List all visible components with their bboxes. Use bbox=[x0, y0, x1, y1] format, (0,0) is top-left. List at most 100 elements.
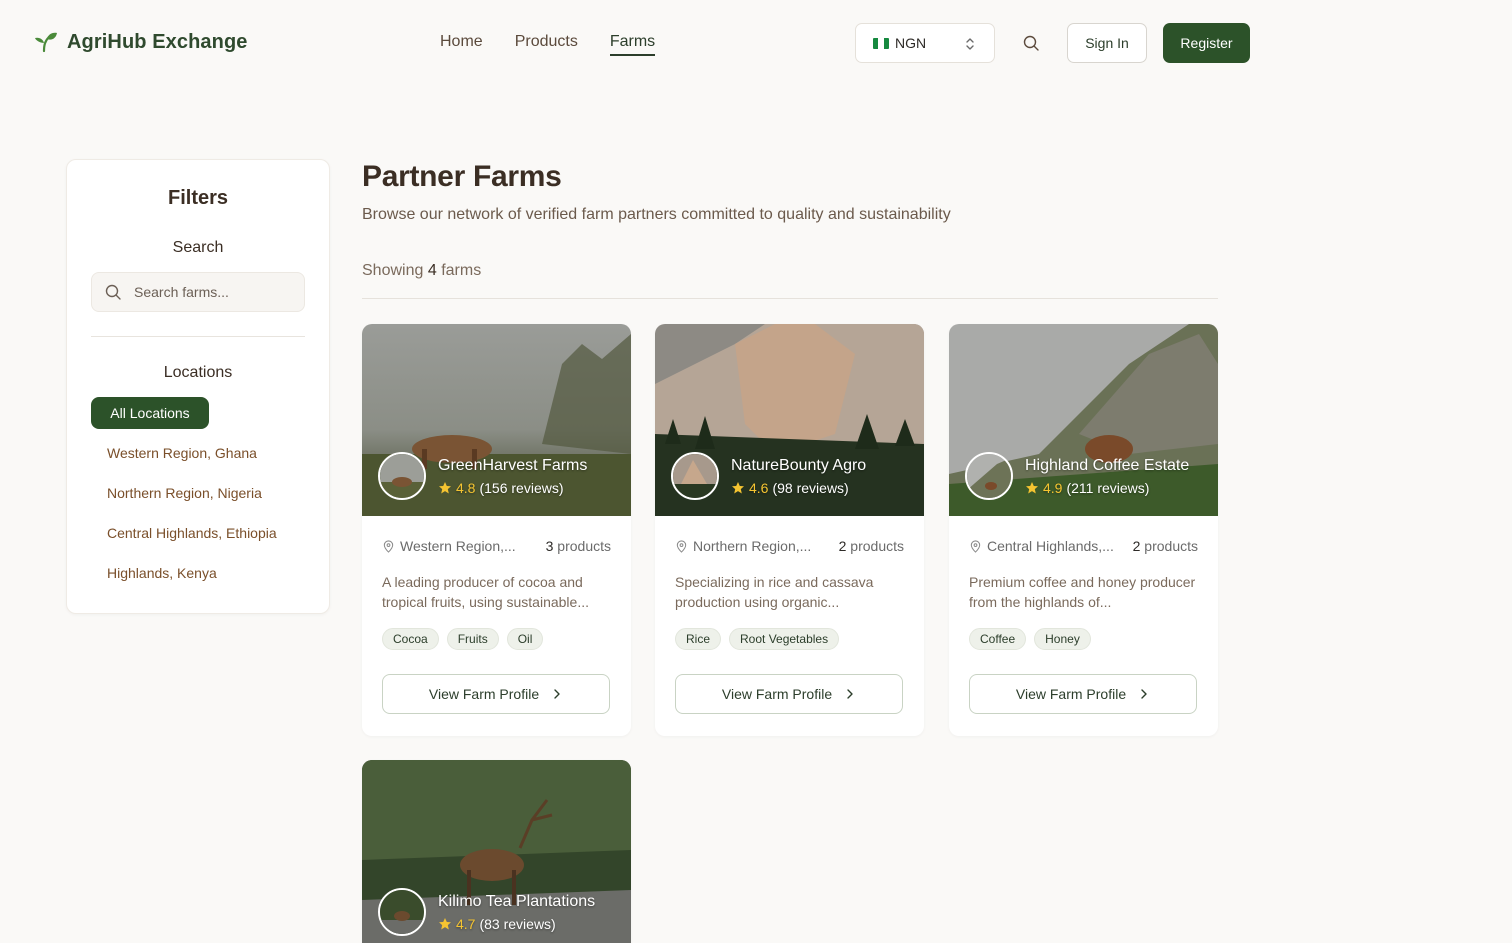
farm-name: Kilimo Tea Plantations bbox=[438, 893, 596, 910]
location-central-highlands-ethiopia[interactable]: Central Highlands, Ethiopia bbox=[107, 525, 277, 541]
search-label: Search bbox=[172, 239, 224, 256]
brand-logo[interactable]: AgriHub Exchange bbox=[34, 30, 248, 54]
farm-card[interactable]: Kilimo Tea Plantations 4.7 (83 reviews) bbox=[362, 760, 631, 943]
farm-location-text: Northern Region,... bbox=[693, 538, 812, 554]
farm-rating: 4.7 (83 reviews) bbox=[438, 916, 556, 932]
farm-tag: Rice bbox=[675, 628, 722, 650]
rating-value: 4.7 bbox=[456, 916, 476, 932]
location-all-button[interactable]: All Locations bbox=[91, 397, 209, 429]
view-farm-profile-label: View Farm Profile bbox=[721, 686, 833, 702]
products-number: 2 bbox=[838, 538, 847, 554]
page-title: Partner Farms bbox=[362, 160, 562, 193]
farm-avatar bbox=[671, 452, 719, 500]
farm-search-box[interactable] bbox=[91, 272, 305, 312]
products-label: products bbox=[557, 538, 611, 554]
results-count: Showing 4 farms bbox=[362, 262, 481, 280]
farm-avatar bbox=[378, 888, 426, 936]
farm-tag: Fruits bbox=[446, 628, 499, 650]
review-count: (211 reviews) bbox=[1066, 480, 1150, 496]
view-farm-profile-button[interactable]: View Farm Profile bbox=[675, 674, 903, 714]
page-subtitle: Browse our network of verified farm part… bbox=[362, 206, 951, 223]
farm-cover-image: GreenHarvest Farms 4.8 (156 reviews) bbox=[362, 324, 631, 516]
farm-rating: 4.9 (211 reviews) bbox=[1025, 480, 1149, 496]
farm-cover-image: Highland Coffee Estate 4.9 (211 reviews) bbox=[949, 324, 1218, 516]
view-farm-profile-label: View Farm Profile bbox=[1015, 686, 1127, 702]
farm-description: A leading producer of cocoa and tropical… bbox=[382, 574, 589, 610]
chevron-up-down-icon bbox=[966, 38, 974, 50]
filters-divider bbox=[91, 336, 305, 337]
farm-cover-image: NatureBounty Agro 4.6 (98 reviews) bbox=[655, 324, 924, 516]
products-number: 2 bbox=[1132, 538, 1141, 554]
farm-tags: Rice Root Vegetables bbox=[675, 628, 840, 650]
farm-name: GreenHarvest Farms bbox=[438, 457, 588, 474]
locations-label: Locations bbox=[163, 364, 233, 381]
search-icon[interactable] bbox=[1021, 33, 1041, 53]
farm-location-text: Central Highlands,... bbox=[987, 538, 1114, 554]
register-button[interactable]: Register bbox=[1163, 23, 1250, 63]
chevron-right-icon bbox=[847, 689, 853, 699]
location-highlands-kenya[interactable]: Highlands, Kenya bbox=[107, 565, 217, 581]
farm-tag: Oil bbox=[506, 628, 544, 650]
products-label: products bbox=[1144, 538, 1198, 554]
star-icon bbox=[439, 482, 451, 494]
filters-panel: Filters Search Locations All Locations W… bbox=[66, 159, 330, 614]
nigeria-flag-icon bbox=[873, 37, 889, 49]
main-nav: Home Products Farms bbox=[440, 33, 656, 56]
farm-location: Western Region,... bbox=[382, 538, 516, 554]
farm-search-input[interactable] bbox=[134, 284, 294, 300]
location-northern-region-nigeria[interactable]: Northern Region, Nigeria bbox=[107, 485, 262, 501]
star-icon bbox=[732, 482, 744, 494]
farm-description: Specializing in rice and cassava product… bbox=[675, 574, 874, 610]
farm-name: Highland Coffee Estate bbox=[1025, 457, 1190, 474]
farm-rating: 4.6 (98 reviews) bbox=[731, 480, 849, 496]
farm-card[interactable]: Highland Coffee Estate 4.9 (211 reviews)… bbox=[949, 324, 1218, 736]
results-prefix: Showing bbox=[362, 262, 424, 279]
results-number: 4 bbox=[427, 262, 437, 279]
search-icon bbox=[105, 284, 121, 300]
farm-location: Central Highlands,... bbox=[969, 538, 1114, 554]
farm-tag: Coffee bbox=[969, 628, 1027, 650]
farm-cover-image: Kilimo Tea Plantations 4.7 (83 reviews) bbox=[362, 760, 631, 943]
view-farm-profile-button[interactable]: View Farm Profile bbox=[382, 674, 610, 714]
rating-value: 4.8 bbox=[456, 480, 476, 496]
results-suffix: farms bbox=[441, 262, 482, 279]
farm-tag: Honey bbox=[1034, 628, 1091, 650]
results-divider bbox=[362, 298, 1218, 299]
rating-value: 4.6 bbox=[749, 480, 769, 496]
farm-products-count: 2 products bbox=[1133, 538, 1198, 554]
view-farm-profile-label: View Farm Profile bbox=[428, 686, 540, 702]
farm-description: Premium coffee and honey producer from t… bbox=[969, 574, 1196, 610]
farm-tag: Cocoa bbox=[382, 628, 439, 650]
products-label: products bbox=[850, 538, 904, 554]
farm-name: NatureBounty Agro bbox=[731, 457, 867, 474]
nav-products[interactable]: Products bbox=[515, 33, 578, 56]
map-pin-icon bbox=[970, 539, 981, 553]
farm-tag: Root Vegetables bbox=[729, 628, 840, 650]
chevron-right-icon bbox=[1141, 689, 1147, 699]
review-count: (98 reviews) bbox=[772, 480, 849, 496]
products-number: 3 bbox=[545, 538, 554, 554]
map-pin-icon bbox=[676, 539, 687, 553]
rating-value: 4.9 bbox=[1043, 480, 1063, 496]
star-icon bbox=[439, 918, 451, 930]
nav-home[interactable]: Home bbox=[440, 33, 483, 56]
filters-title: Filters bbox=[167, 187, 229, 209]
sign-in-button[interactable]: Sign In bbox=[1067, 23, 1147, 63]
nav-farms[interactable]: Farms bbox=[609, 33, 656, 56]
location-western-region-ghana[interactable]: Western Region, Ghana bbox=[107, 445, 257, 461]
currency-value: NGN bbox=[895, 35, 927, 51]
view-farm-profile-button[interactable]: View Farm Profile bbox=[969, 674, 1197, 714]
farm-avatar bbox=[965, 452, 1013, 500]
chevron-right-icon bbox=[554, 689, 560, 699]
farm-location-text: Western Region,... bbox=[400, 538, 516, 554]
map-pin-icon bbox=[383, 539, 394, 553]
sprout-icon bbox=[35, 32, 57, 53]
farm-products-count: 3 products bbox=[546, 538, 611, 554]
farm-card[interactable]: GreenHarvest Farms 4.8 (156 reviews) Wes… bbox=[362, 324, 631, 736]
farm-location: Northern Region,... bbox=[675, 538, 811, 554]
farm-rating: 4.8 (156 reviews) bbox=[438, 480, 564, 496]
currency-select[interactable]: NGN bbox=[855, 23, 995, 63]
farm-card[interactable]: NatureBounty Agro 4.6 (98 reviews) North… bbox=[655, 324, 924, 736]
top-header: AgriHub Exchange Home Products Farms NGN… bbox=[0, 0, 1512, 86]
farm-tags: Coffee Honey bbox=[969, 628, 1091, 650]
